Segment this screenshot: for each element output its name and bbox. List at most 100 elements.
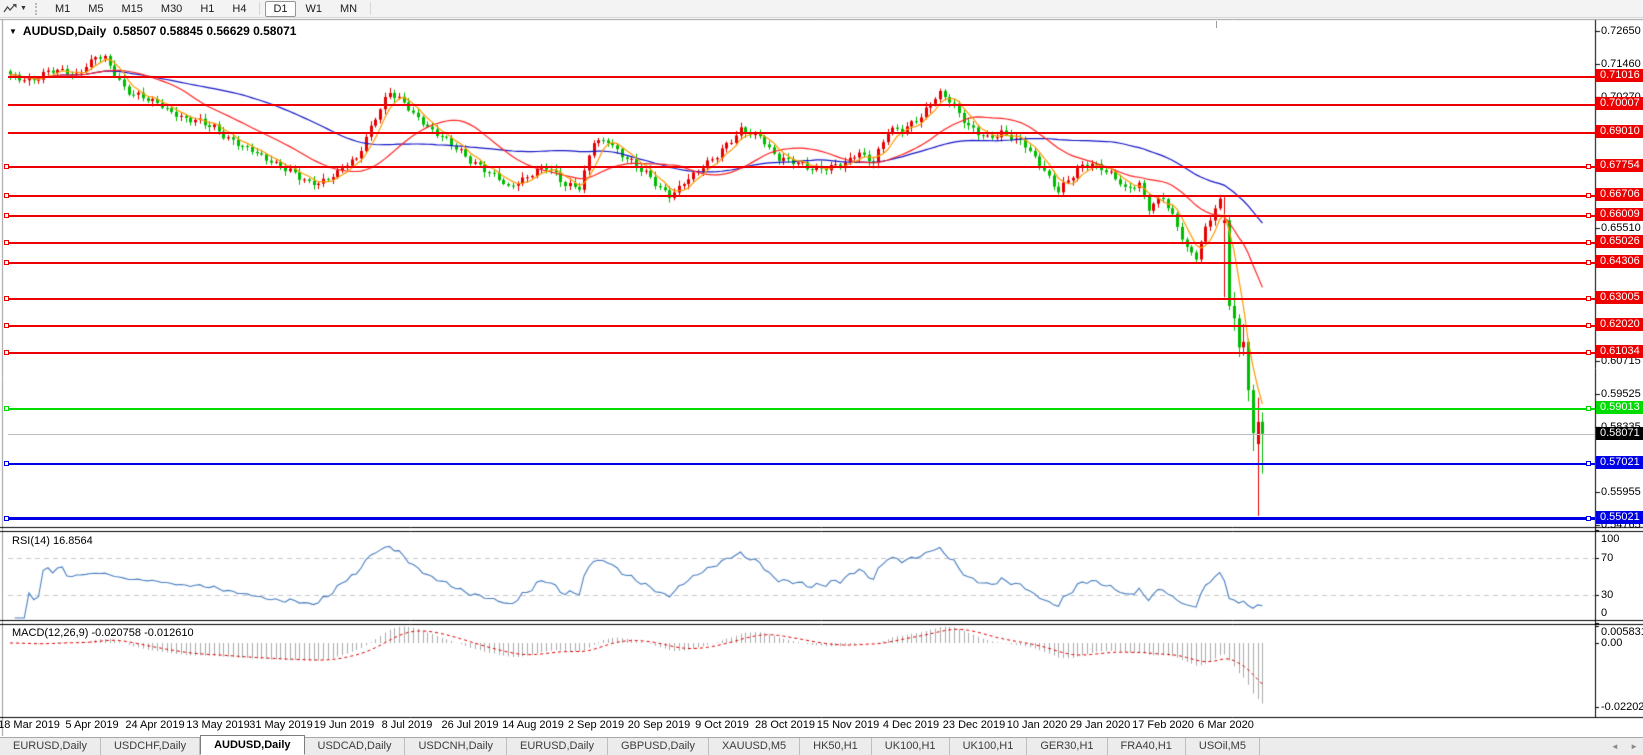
price-level-line-0.63005[interactable] bbox=[8, 298, 1595, 300]
tab-scroll-right-icon[interactable]: ► bbox=[1630, 742, 1638, 751]
toolbar-dropdown-caret[interactable]: ▼ bbox=[20, 5, 27, 12]
date-axis-label: 10 Jan 2020 bbox=[1007, 719, 1068, 731]
macd-indicator-label: MACD(12,26,9) -0.020758 -0.012610 bbox=[12, 627, 194, 639]
price-axis-tick-label: 0.65510 bbox=[1601, 222, 1641, 234]
price-axis-tick-label: 0.72650 bbox=[1601, 25, 1641, 37]
line-handle-right[interactable] bbox=[1586, 164, 1591, 169]
line-handle-left[interactable] bbox=[4, 213, 9, 218]
price-level-flag-0.70007: 0.70007 bbox=[1596, 97, 1643, 110]
date-axis-label: 2 Sep 2019 bbox=[568, 719, 624, 731]
rsi-scale-label: 30 bbox=[1601, 589, 1613, 601]
line-handle-right[interactable] bbox=[1586, 323, 1591, 328]
line-handle-right[interactable] bbox=[1586, 461, 1591, 466]
line-handle-right[interactable] bbox=[1586, 350, 1591, 355]
price-level-line-0.71016[interactable] bbox=[8, 76, 1595, 78]
toolbar-separator bbox=[370, 2, 371, 15]
price-level-line-0.66009[interactable] bbox=[8, 215, 1595, 217]
chart-tab-ger30-h1[interactable]: GER30,H1 bbox=[1027, 738, 1107, 755]
price-level-line-0.64306[interactable] bbox=[8, 262, 1595, 264]
line-handle-left[interactable] bbox=[4, 164, 9, 169]
tab-scroll-nav: ◄ ► bbox=[1602, 742, 1638, 751]
chart-tab-gbpusd-daily[interactable]: GBPUSD,Daily bbox=[608, 738, 709, 755]
line-handle-left[interactable] bbox=[4, 350, 9, 355]
line-handle-right[interactable] bbox=[1586, 240, 1591, 245]
timeframe-button-h4[interactable]: H4 bbox=[224, 1, 254, 17]
chart-ohlc-values: 0.58507 0.58845 0.56629 0.58071 bbox=[113, 24, 297, 38]
price-level-flag-0.71016: 0.71016 bbox=[1596, 69, 1643, 82]
line-handle-right[interactable] bbox=[1586, 406, 1591, 411]
date-axis-label: 13 May 2019 bbox=[186, 719, 250, 731]
timeframe-button-m15[interactable]: M15 bbox=[114, 1, 151, 17]
chart-tab-eurusd-daily[interactable]: EURUSD,Daily bbox=[0, 738, 101, 755]
chart-tab-hk50-h1[interactable]: HK50,H1 bbox=[800, 738, 872, 755]
line-handle-left[interactable] bbox=[4, 260, 9, 265]
chart-tab-uk100-h1[interactable]: UK100,H1 bbox=[872, 738, 950, 755]
chart-tab-xauusd-m5[interactable]: XAUUSD,M5 bbox=[709, 738, 800, 755]
chart-tab-uk100-h1[interactable]: UK100,H1 bbox=[950, 738, 1028, 755]
date-axis-label: 24 Apr 2019 bbox=[125, 719, 184, 731]
chart-canvas[interactable] bbox=[0, 0, 1643, 755]
line-handle-left[interactable] bbox=[4, 296, 9, 301]
chart-tab-fra40-h1[interactable]: FRA40,H1 bbox=[1108, 738, 1186, 755]
timeframe-toolbar: ▼ M1M5M15M30H1H4 D1W1MN bbox=[0, 0, 1643, 18]
line-handle-left[interactable] bbox=[4, 461, 9, 466]
price-level-line-0.61034[interactable] bbox=[8, 352, 1595, 354]
rsi-indicator-label: RSI(14) 16.8564 bbox=[12, 535, 93, 547]
date-axis-label: 31 May 2019 bbox=[249, 719, 313, 731]
chart-tab-bar: EURUSD,DailyUSDCHF,DailyAUDUSD,DailyUSDC… bbox=[0, 737, 1643, 755]
chart-tab-usdchf-daily[interactable]: USDCHF,Daily bbox=[101, 738, 200, 755]
timeframe-button-h1[interactable]: H1 bbox=[192, 1, 222, 17]
price-level-flag-0.59013: 0.59013 bbox=[1596, 401, 1643, 414]
price-level-line-0.70007[interactable] bbox=[8, 104, 1595, 106]
toolbar-grip bbox=[35, 3, 40, 15]
chart-tab-eurusd-daily[interactable]: EURUSD,Daily bbox=[507, 738, 608, 755]
date-axis-label: 4 Dec 2019 bbox=[883, 719, 939, 731]
chart-title: ▼AUDUSD,Daily 0.58507 0.58845 0.56629 0.… bbox=[9, 24, 296, 38]
price-level-flag-0.61034: 0.61034 bbox=[1596, 345, 1643, 358]
macd-scale-label: 0.00 bbox=[1601, 637, 1622, 649]
price-level-flag-0.63005: 0.63005 bbox=[1596, 291, 1643, 304]
chart-cursor-icon[interactable] bbox=[3, 3, 17, 15]
line-handle-right[interactable] bbox=[1586, 516, 1591, 521]
date-axis-label: 17 Feb 2020 bbox=[1132, 719, 1194, 731]
timeframe-button-mn[interactable]: MN bbox=[332, 1, 365, 17]
price-level-line-0.65026[interactable] bbox=[8, 242, 1595, 244]
timeframe-button-d1[interactable]: D1 bbox=[265, 1, 295, 17]
date-axis-label: 26 Jul 2019 bbox=[442, 719, 499, 731]
line-handle-left[interactable] bbox=[4, 193, 9, 198]
price-level-line-0.57021[interactable] bbox=[8, 463, 1595, 465]
timeframe-button-m5[interactable]: M5 bbox=[80, 1, 111, 17]
date-axis-label: 8 Jul 2019 bbox=[382, 719, 433, 731]
chart-tab-usdcad-daily[interactable]: USDCAD,Daily bbox=[305, 738, 406, 755]
line-handle-left[interactable] bbox=[4, 516, 9, 521]
tab-scroll-left-icon[interactable]: ◄ bbox=[1611, 742, 1619, 751]
rsi-scale-label: 70 bbox=[1601, 552, 1613, 564]
price-level-line-0.62020[interactable] bbox=[8, 325, 1595, 327]
chart-shift-marker bbox=[1216, 21, 1217, 28]
price-level-line-0.67754[interactable] bbox=[8, 166, 1595, 168]
line-handle-left[interactable] bbox=[4, 323, 9, 328]
chart-tab-usdcnh-daily[interactable]: USDCNH,Daily bbox=[405, 738, 507, 755]
chart-tab-audusd-daily[interactable]: AUDUSD,Daily bbox=[200, 735, 304, 755]
line-handle-right[interactable] bbox=[1586, 193, 1591, 198]
line-handle-right[interactable] bbox=[1586, 213, 1591, 218]
line-handle-right[interactable] bbox=[1586, 260, 1591, 265]
price-level-line-0.69010[interactable] bbox=[8, 132, 1595, 134]
price-axis-tick-label: 0.59525 bbox=[1601, 388, 1641, 400]
collapse-triangle-icon[interactable]: ▼ bbox=[9, 27, 17, 36]
price-level-line-0.55021[interactable] bbox=[8, 517, 1595, 520]
chart-tab-usoil-m5[interactable]: USOil,M5 bbox=[1186, 738, 1260, 755]
timeframe-button-m30[interactable]: M30 bbox=[153, 1, 190, 17]
price-level-line-0.66706[interactable] bbox=[8, 195, 1595, 197]
line-handle-left[interactable] bbox=[4, 406, 9, 411]
toolbar-separator bbox=[259, 2, 260, 15]
timeframe-button-m1[interactable]: M1 bbox=[47, 1, 78, 17]
price-level-line-0.59013[interactable] bbox=[8, 408, 1595, 410]
line-handle-left[interactable] bbox=[4, 240, 9, 245]
date-axis-label: 23 Dec 2019 bbox=[943, 719, 1005, 731]
price-axis-tick-label: 0.55955 bbox=[1601, 486, 1641, 498]
current-price-line bbox=[8, 434, 1595, 435]
timeframe-button-w1[interactable]: W1 bbox=[298, 1, 331, 17]
rsi-scale-label: 100 bbox=[1601, 533, 1619, 545]
line-handle-right[interactable] bbox=[1586, 296, 1591, 301]
